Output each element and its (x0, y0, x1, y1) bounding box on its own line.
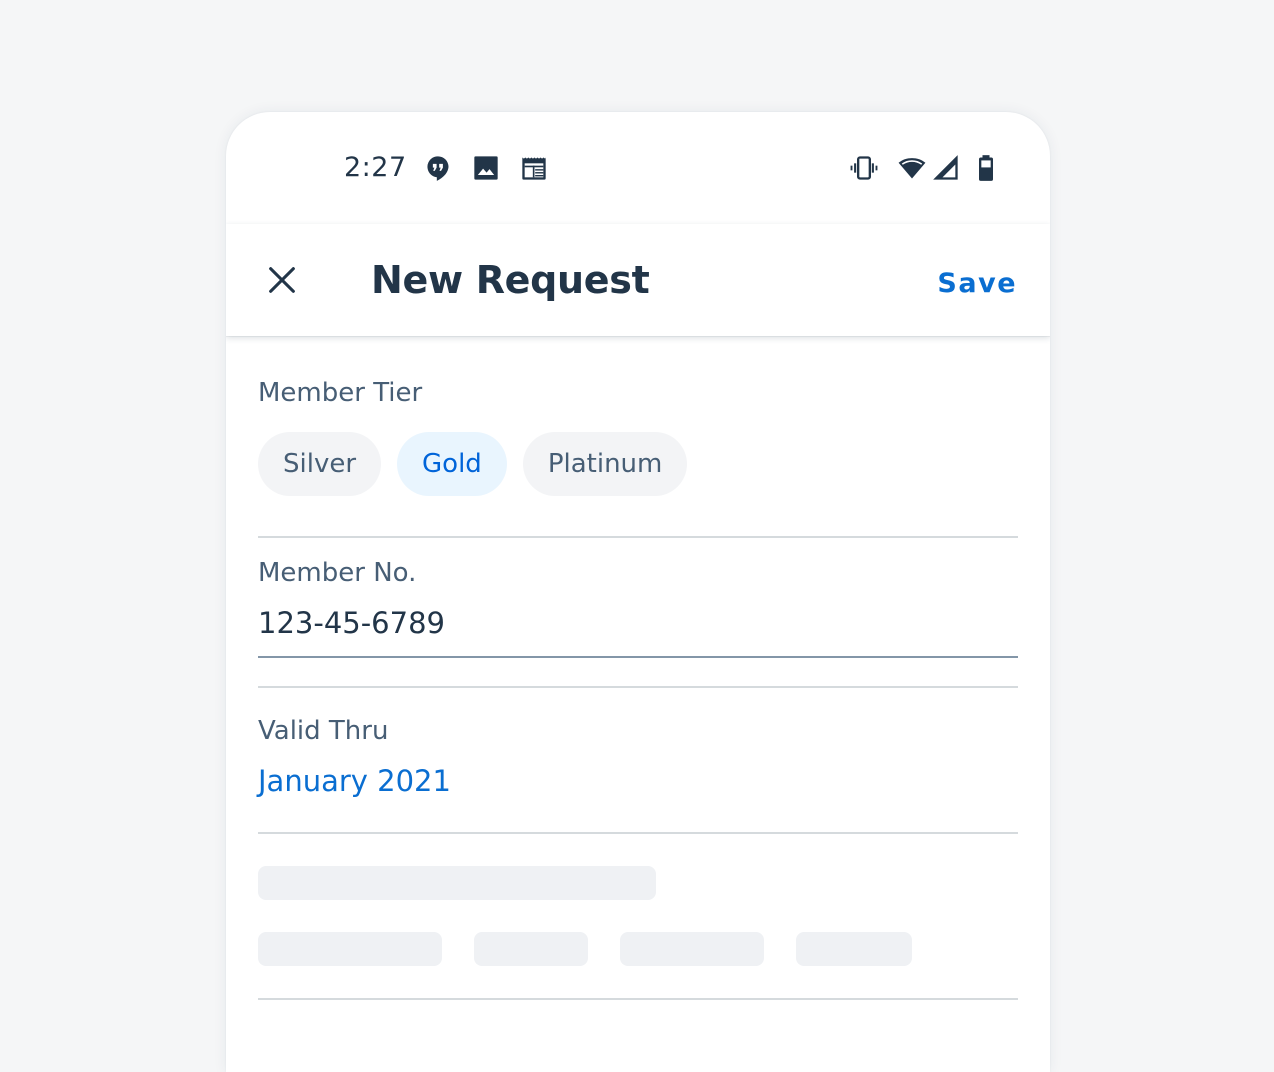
signal-icon (933, 155, 958, 180)
close-icon (269, 267, 295, 293)
skeleton-placeholder (258, 866, 656, 900)
close-button[interactable] (262, 260, 302, 300)
phone-frame: 2:27 New Request Save Member Tier Silver… (226, 112, 1050, 1072)
skeleton-placeholder (620, 932, 764, 966)
chip-platinum[interactable]: Platinum (522, 432, 688, 496)
vibrate-icon (850, 156, 878, 180)
member-tier-chips: Silver Gold Platinum (258, 432, 688, 496)
valid-thru-value[interactable]: January 2021 (258, 764, 451, 798)
member-no-input[interactable] (258, 600, 1018, 658)
member-no-label: Member No. (258, 558, 417, 588)
skeleton-placeholder (796, 932, 912, 966)
page-title: New Request (371, 258, 650, 302)
app-header: New Request Save (226, 224, 1050, 336)
hangouts-icon (427, 156, 449, 181)
divider (258, 536, 1018, 538)
battery-icon (979, 155, 993, 181)
save-button[interactable]: Save (937, 268, 1017, 299)
divider (258, 686, 1018, 688)
divider (258, 832, 1018, 834)
status-time: 2:27 (344, 152, 407, 183)
valid-thru-label: Valid Thru (258, 716, 389, 746)
member-tier-label: Member Tier (258, 378, 423, 408)
chip-silver[interactable]: Silver (258, 432, 382, 496)
wifi-icon (898, 158, 926, 179)
skeleton-placeholder (258, 932, 442, 966)
status-bar: 2:27 (226, 112, 1050, 224)
calendar-icon (522, 157, 546, 180)
skeleton-placeholder (474, 932, 588, 966)
image-icon (474, 156, 498, 180)
chip-gold[interactable]: Gold (397, 432, 507, 496)
